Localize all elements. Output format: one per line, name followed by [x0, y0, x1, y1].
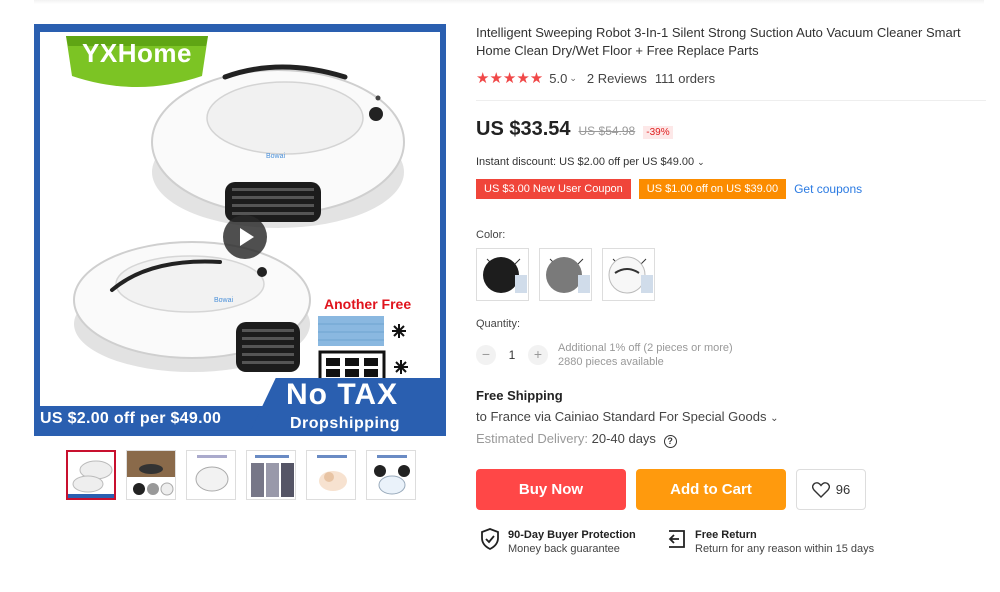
svg-text:Bowai: Bowai — [214, 297, 234, 304]
color-option-white[interactable] — [602, 248, 655, 301]
shipping-title: Free Shipping — [476, 388, 563, 403]
estimated-delivery-value: 20-40 days — [591, 431, 656, 446]
quantity-decrease-button[interactable]: − — [476, 345, 496, 365]
product-image-canvas: Bowai Bowai YXHome Another Free — [40, 32, 440, 406]
top-divider — [34, 0, 984, 4]
stock-available: 2880 pieces available — [558, 356, 664, 368]
product-title: Intelligent Sweeping Robot 3-In-1 Silent… — [476, 25, 961, 58]
quantity-stepper: − 1 + Additional 1% off (2 pieces or mor… — [476, 341, 733, 369]
quantity-info: Additional 1% off (2 pieces or more) 288… — [558, 341, 733, 369]
chevron-down-icon: ⌄ — [697, 157, 705, 167]
free-return: Free Return Return for any reason within… — [665, 528, 874, 556]
quantity-increase-button[interactable]: + — [528, 345, 548, 365]
buyer-protection-title: 90-Day Buyer Protection — [508, 529, 636, 541]
color-label: Color: — [476, 229, 506, 241]
bulk-discount-note: Additional 1% off (2 pieces or more) — [558, 342, 733, 354]
return-icon — [668, 530, 685, 548]
get-coupons-link[interactable]: Get coupons — [794, 182, 862, 196]
estimated-delivery: Estimated Delivery: 20-40 days ? — [476, 431, 677, 448]
wishlist-button[interactable]: 96 — [796, 469, 866, 510]
another-free-label: Another Free — [324, 296, 412, 312]
rating-value[interactable]: 5.0 — [549, 71, 567, 86]
shield-check-icon — [481, 528, 499, 550]
add-to-cart-button[interactable]: Add to Cart — [636, 469, 786, 510]
svg-text:Bowai: Bowai — [266, 153, 286, 160]
quantity-input[interactable]: 1 — [496, 348, 528, 362]
thumbnail-6[interactable] — [366, 450, 416, 500]
buy-now-button[interactable]: Buy Now — [476, 469, 626, 510]
chevron-down-icon[interactable]: ⌄ — [569, 73, 577, 84]
thumbnail-5[interactable] — [306, 450, 356, 500]
no-tax-text: No TAX — [286, 378, 399, 411]
current-price: US $33.54 — [476, 118, 571, 140]
help-icon[interactable]: ? — [663, 435, 677, 448]
main-product-image[interactable]: Bowai Bowai YXHome Another Free US $2.00… — [34, 24, 446, 436]
color-swatches — [476, 248, 655, 301]
thumbnail-1[interactable] — [66, 450, 116, 500]
estimated-delivery-label: Estimated Delivery: — [476, 431, 588, 446]
instant-discount-text: Instant discount: US $2.00 off per US $4… — [476, 156, 695, 168]
buyer-protection-subtitle: Money back guarantee — [508, 543, 620, 555]
wishlist-count: 96 — [835, 482, 851, 497]
price-row: US $33.54 US $54.98 -39% — [476, 118, 673, 141]
buyer-protection: 90-Day Buyer Protection Money back guara… — [480, 528, 636, 556]
reviews-link[interactable]: 2 Reviews — [587, 71, 647, 86]
rating-row: ★★★★★ 5.0 ⌄ 2 Reviews 111 orders — [476, 69, 715, 87]
new-user-coupon[interactable]: US $3.00 New User Coupon — [476, 179, 631, 199]
thumbnail-4[interactable] — [246, 450, 296, 500]
brand-logo-text: YXHome — [82, 38, 192, 68]
thumbnail-2[interactable] — [126, 450, 176, 500]
heart-icon — [811, 481, 830, 498]
coupon-row: US $3.00 New User Coupon US $1.00 off on… — [476, 179, 862, 199]
free-return-subtitle: Return for any reason within 15 days — [695, 543, 875, 555]
rating-stars-icon: ★★★★★ — [476, 70, 544, 87]
chevron-down-icon: ⌄ — [770, 413, 779, 424]
free-return-title: Free Return — [695, 529, 757, 541]
color-option-black[interactable] — [476, 248, 529, 301]
instant-discount[interactable]: Instant discount: US $2.00 off per US $4… — [476, 156, 705, 168]
play-video-button[interactable] — [223, 215, 267, 259]
color-option-gray[interactable] — [539, 248, 592, 301]
quantity-label: Quantity: — [476, 318, 521, 330]
shipping-destination[interactable]: to France via Cainiao Standard For Speci… — [476, 409, 779, 424]
original-price: US $54.98 — [578, 124, 636, 138]
dropshipping-text: Dropshipping — [290, 415, 400, 432]
thumbnail-strip — [66, 450, 416, 500]
discount-badge: -39% — [643, 126, 673, 139]
store-coupon[interactable]: US $1.00 off on US $39.00 — [638, 179, 787, 199]
title-divider — [476, 100, 986, 101]
thumbnail-3[interactable] — [186, 450, 236, 500]
orders-count: 111 orders — [654, 70, 716, 86]
banner-discount-text: US $2.00 off per $49.00 — [40, 410, 222, 427]
shipping-destination-text: to France via Cainiao Standard For Speci… — [476, 409, 767, 424]
